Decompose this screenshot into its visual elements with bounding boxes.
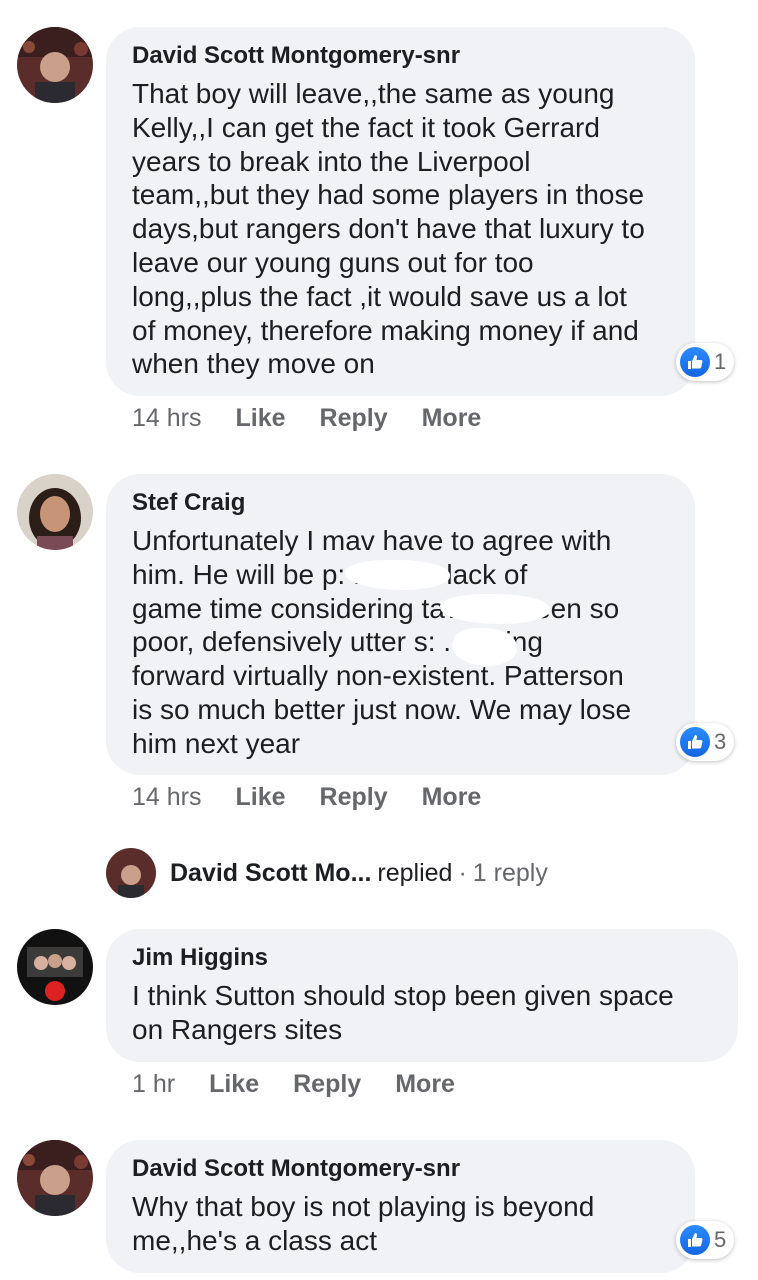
- reply-count: 1 reply: [472, 858, 548, 887]
- comment-author[interactable]: David Scott Montgomery-snr: [132, 41, 669, 71]
- like-button[interactable]: Like: [209, 1070, 259, 1099]
- avatar[interactable]: [17, 474, 93, 550]
- avatar-photo: [17, 1140, 93, 1216]
- reply-button[interactable]: Reply: [320, 404, 388, 433]
- comment-bubble: David Scott Montgomery-snr That boy will…: [106, 27, 695, 396]
- more-button[interactable]: More: [422, 404, 482, 433]
- comment-text: Why that boy is not playing is beyond me…: [132, 1191, 595, 1256]
- avatar[interactable]: [17, 929, 93, 1005]
- more-button[interactable]: More: [395, 1070, 455, 1099]
- thumbs-up-icon: [680, 1225, 710, 1255]
- avatar[interactable]: [17, 27, 93, 103]
- comment-author[interactable]: Stef Craig: [132, 488, 669, 518]
- view-replies-link[interactable]: David Scott Mo... replied · 1 reply: [106, 848, 548, 898]
- comment-bubble: David Scott Montgomery-snr Why that boy …: [106, 1140, 695, 1273]
- reply-author: David Scott Mo...: [170, 858, 372, 887]
- comment-text: That boy will leave,,the same as young K…: [132, 78, 645, 380]
- reaction-count-badge[interactable]: 3: [676, 723, 735, 761]
- comment-bubble: Stef Craig Unfortunately I mav have to a…: [106, 474, 695, 775]
- comment-timestamp[interactable]: 14 hrs: [132, 783, 201, 812]
- reaction-count-badge[interactable]: 5: [676, 1221, 735, 1259]
- avatar-photo: [17, 474, 93, 550]
- comment-timestamp[interactable]: 14 hrs: [132, 404, 201, 433]
- avatar-photo: [17, 929, 93, 1005]
- comment-actions: 14 hrs Like Reply More: [132, 783, 515, 812]
- comment-bubble: Jim Higgins I think Sutton should stop b…: [106, 929, 738, 1062]
- comment-author[interactable]: David Scott Montgomery-snr: [132, 1154, 669, 1184]
- comment-actions: 14 hrs Like Reply More: [132, 404, 515, 433]
- like-button[interactable]: Like: [235, 783, 285, 812]
- thumbs-up-icon: [680, 347, 710, 377]
- reaction-count: 3: [714, 729, 727, 754]
- comment-text: I think Sutton should stop been given sp…: [132, 980, 674, 1045]
- reply-button[interactable]: Reply: [320, 783, 388, 812]
- comment-actions: 1 hr Like Reply More: [132, 1070, 489, 1099]
- reply-button[interactable]: Reply: [293, 1070, 361, 1099]
- reaction-count: 1: [714, 349, 727, 374]
- comment-timestamp[interactable]: 1 hr: [132, 1070, 175, 1099]
- more-button[interactable]: More: [422, 783, 482, 812]
- reaction-count: 5: [714, 1227, 727, 1252]
- reaction-count-badge[interactable]: 1: [676, 343, 735, 381]
- like-button[interactable]: Like: [235, 404, 285, 433]
- thumbs-up-icon: [680, 727, 710, 757]
- avatar[interactable]: [17, 1140, 93, 1216]
- separator: ·: [458, 858, 467, 887]
- avatar-photo: [17, 27, 93, 103]
- reply-action: replied: [377, 858, 453, 887]
- avatar: [106, 848, 156, 898]
- comment-author[interactable]: Jim Higgins: [132, 943, 712, 973]
